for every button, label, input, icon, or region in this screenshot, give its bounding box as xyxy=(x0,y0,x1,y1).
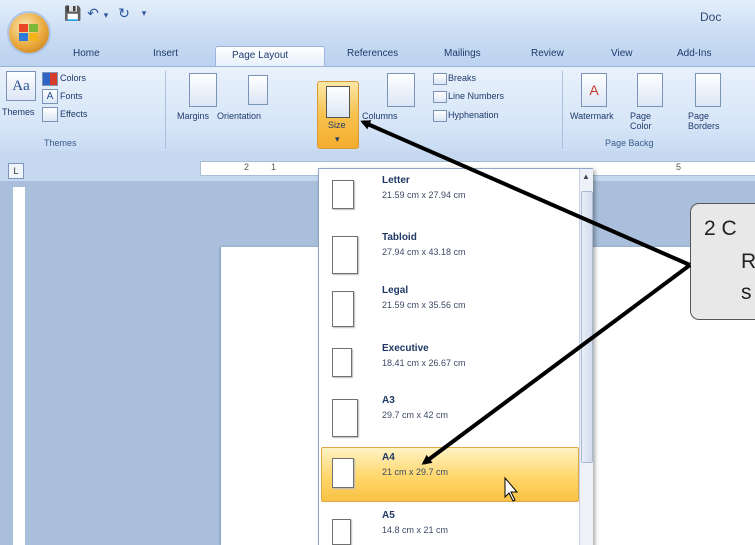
columns-icon xyxy=(387,73,415,107)
size-option-a5[interactable]: A5 14.8 cm x 21 cm xyxy=(319,502,577,545)
word-window: 💾 ↶ ▾ ↻ ▾ Doc Home Insert Page Layout Re… xyxy=(0,0,755,545)
office-logo-icon xyxy=(19,24,38,41)
breaks-label: Breaks xyxy=(448,73,477,83)
office-button[interactable] xyxy=(9,13,49,53)
tab-references[interactable]: References xyxy=(347,48,398,59)
undo-dropdown-icon[interactable]: ▾ xyxy=(97,6,115,24)
size-option-dims: 27.94 cm x 43.18 cm xyxy=(382,247,466,257)
ruler-mark: 1 xyxy=(271,162,277,172)
page-background-group-label: Page Backg xyxy=(605,138,654,148)
page-size-icon xyxy=(332,519,351,545)
page-size-icon xyxy=(332,458,354,488)
vertical-ruler[interactable] xyxy=(12,186,26,545)
page-color-icon xyxy=(637,73,663,107)
customize-qat-icon[interactable]: ▾ xyxy=(135,4,153,22)
line-numbers-label: Line Numbers xyxy=(448,91,505,101)
ruler-mark: 5 xyxy=(676,162,682,172)
page-borders-icon xyxy=(695,73,721,107)
colors-icon xyxy=(42,72,58,86)
size-option-name: Executive xyxy=(382,343,429,354)
redo-icon[interactable]: ↻ xyxy=(115,4,133,22)
size-option-dims: 21.59 cm x 27.94 cm xyxy=(382,190,466,200)
size-option-a3[interactable]: A3 29.7 cm x 42 cm xyxy=(319,390,577,455)
size-option-dims: 18.41 cm x 26.67 cm xyxy=(382,358,466,368)
scroll-up-icon[interactable]: ▲ xyxy=(582,172,590,181)
effects-label: Effects xyxy=(60,109,88,119)
scroll-thumb[interactable] xyxy=(581,191,593,463)
size-option-name: A5 xyxy=(382,510,395,521)
instruction-callout: 2 C R s xyxy=(690,203,755,320)
themes-label: Themes xyxy=(2,107,35,117)
group-separator xyxy=(165,71,166,149)
size-option-dims: 14.8 cm x 21 cm xyxy=(382,525,449,535)
margins-label: Margins xyxy=(177,111,210,121)
fonts-label: Fonts xyxy=(60,91,83,101)
orientation-label: Orientation xyxy=(217,111,262,121)
size-dropdown-icon: ▾ xyxy=(335,134,340,144)
size-label: Size xyxy=(328,120,346,130)
effects-icon xyxy=(42,107,58,122)
line-numbers-icon xyxy=(433,91,447,103)
hyphenation-label: Hyphenation xyxy=(448,110,499,120)
size-option-name: A3 xyxy=(382,395,395,406)
ribbon: Aa Themes Colors A Fonts Effects Themes … xyxy=(0,66,755,152)
save-icon[interactable]: 💾 xyxy=(64,4,82,22)
size-option-dims: 29.7 cm x 42 cm xyxy=(382,410,449,420)
tab-page-layout[interactable]: Page Layout xyxy=(215,46,325,67)
ruler-tab-selector[interactable]: L xyxy=(8,163,24,179)
page-size-icon xyxy=(332,348,352,377)
size-page-icon xyxy=(326,86,350,118)
tab-page-layout-label: Page Layout xyxy=(232,50,289,61)
tab-add-ins[interactable]: Add-Ins xyxy=(677,48,711,59)
callout-text: 2 C xyxy=(704,217,737,240)
size-option-dims: 21.59 cm x 35.56 cm xyxy=(382,300,466,310)
window-title: Doc xyxy=(700,10,722,24)
page-size-icon xyxy=(332,399,358,437)
size-option-name: Legal xyxy=(382,285,409,296)
tab-review[interactable]: Review xyxy=(531,48,564,59)
tab-insert[interactable]: Insert xyxy=(153,48,178,59)
size-menu-scrollbar[interactable]: ▲ xyxy=(579,169,593,545)
callout-text: R xyxy=(741,250,755,273)
watermark-icon: A xyxy=(581,73,607,107)
orientation-icon xyxy=(248,75,268,105)
tab-mailings[interactable]: Mailings xyxy=(444,48,481,59)
ribbon-tabs: Home Insert Page Layout References Maili… xyxy=(0,40,755,67)
colors-label: Colors xyxy=(60,73,87,83)
page-size-icon xyxy=(332,236,358,274)
themes-group-label: Themes xyxy=(44,138,77,148)
size-option-name: Letter xyxy=(382,175,410,186)
page-size-icon xyxy=(332,291,354,327)
fonts-icon: A xyxy=(42,89,58,104)
title-bar: 💾 ↶ ▾ ↻ ▾ Doc xyxy=(0,0,755,40)
ruler-mark: 2 xyxy=(244,162,250,172)
themes-icon: Aa xyxy=(6,71,36,101)
size-option-name: Tabloid xyxy=(382,232,417,243)
size-button[interactable]: Size ▾ xyxy=(317,81,359,149)
breaks-icon xyxy=(433,73,447,85)
watermark-label: Watermark xyxy=(570,111,614,121)
hyphenation-icon xyxy=(433,110,447,122)
tab-view[interactable]: View xyxy=(611,48,633,59)
page-size-icon xyxy=(332,180,354,209)
size-menu: Letter 21.59 cm x 27.94 cm Tabloid 27.94… xyxy=(318,168,593,545)
size-option-dims: 21 cm x 29.7 cm xyxy=(382,467,449,477)
page-borders-label: Page Borders xyxy=(688,111,720,131)
page-color-label: Page Color xyxy=(630,111,652,131)
callout-text: s xyxy=(741,281,752,304)
tab-home[interactable]: Home xyxy=(73,48,100,59)
columns-label: Columns xyxy=(362,111,398,121)
size-option-name: A4 xyxy=(382,452,395,463)
margins-icon xyxy=(189,73,217,107)
group-separator xyxy=(562,71,563,149)
